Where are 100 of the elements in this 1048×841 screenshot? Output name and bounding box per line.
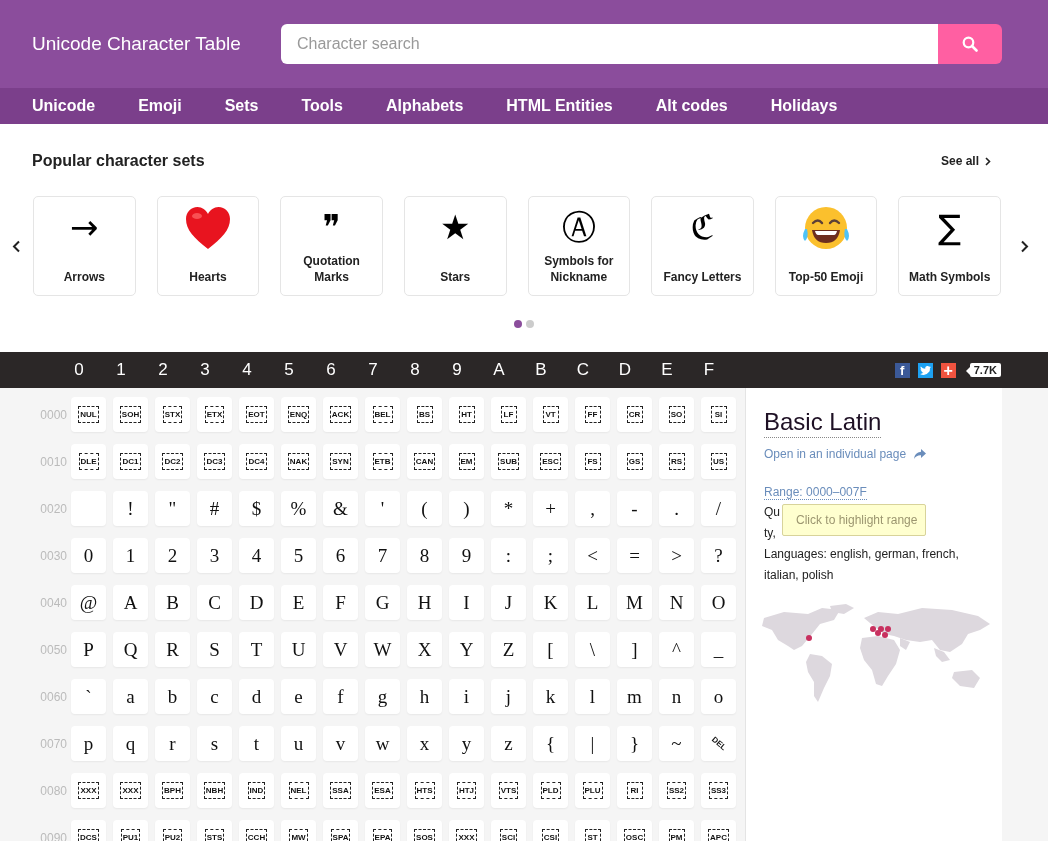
character-cell[interactable]: X: [407, 632, 442, 667]
character-cell[interactable]: CCH: [239, 820, 274, 841]
character-cell[interactable]: ESC: [533, 444, 568, 479]
character-cell[interactable]: <: [575, 538, 610, 573]
character-cell[interactable]: 0: [71, 538, 106, 573]
character-cell[interactable]: ENQ: [281, 397, 316, 432]
character-cell[interactable]: `: [71, 679, 106, 714]
character-cell[interactable]: 9: [449, 538, 484, 573]
character-cell[interactable]: ,: [575, 491, 610, 526]
character-cell[interactable]: XXX: [113, 773, 148, 808]
character-cell[interactable]: k: [533, 679, 568, 714]
character-cell[interactable]: b: [155, 679, 190, 714]
character-cell[interactable]: &: [323, 491, 358, 526]
character-cell[interactable]: -: [617, 491, 652, 526]
character-cell[interactable]: +: [533, 491, 568, 526]
character-cell[interactable]: APC: [701, 820, 736, 841]
character-set-card[interactable]: Ⓐ Symbols for Nickname: [527, 196, 631, 296]
site-title[interactable]: Unicode Character Table: [32, 33, 281, 55]
character-cell[interactable]: FF: [575, 397, 610, 432]
character-cell[interactable]: DC2: [155, 444, 190, 479]
character-cell[interactable]: BPH: [155, 773, 190, 808]
character-cell[interactable]: SPA: [323, 820, 358, 841]
character-cell[interactable]: E: [281, 585, 316, 620]
character-cell[interactable]: HT: [449, 397, 484, 432]
character-cell[interactable]: 8: [407, 538, 442, 573]
nav-link[interactable]: Emoji: [138, 97, 182, 115]
character-cell[interactable]: SOS: [407, 820, 442, 841]
character-cell[interactable]: SSA: [323, 773, 358, 808]
character-cell[interactable]: K: [533, 585, 568, 620]
character-cell[interactable]: !: [113, 491, 148, 526]
nav-link[interactable]: Sets: [224, 97, 259, 115]
character-cell[interactable]: MW: [281, 820, 316, 841]
character-cell[interactable]: *: [491, 491, 526, 526]
character-cell[interactable]: ): [449, 491, 484, 526]
character-cell[interactable]: h: [407, 679, 442, 714]
character-cell[interactable]: }: [617, 726, 652, 761]
character-cell[interactable]: DCS: [71, 820, 106, 841]
character-cell[interactable]: u: [281, 726, 316, 761]
character-cell[interactable]: PLU: [575, 773, 610, 808]
nav-link[interactable]: Alphabets: [385, 97, 464, 115]
character-cell[interactable]: PU1: [113, 820, 148, 841]
carousel-dot[interactable]: [514, 320, 522, 328]
character-cell[interactable]: DC1: [113, 444, 148, 479]
character-cell[interactable]: STS: [197, 820, 232, 841]
character-cell[interactable]: SS3: [701, 773, 736, 808]
character-cell[interactable]: B: [155, 585, 190, 620]
chevron-right-icon[interactable]: [1020, 239, 1029, 253]
character-cell[interactable]: U: [281, 632, 316, 667]
character-cell[interactable]: 6: [323, 538, 358, 573]
character-cell[interactable]: _: [701, 632, 736, 667]
character-cell[interactable]: 7: [365, 538, 400, 573]
character-cell[interactable]: /: [701, 491, 736, 526]
chevron-left-icon[interactable]: [12, 239, 21, 253]
search-button[interactable]: [938, 24, 1002, 64]
character-cell[interactable]: SUB: [491, 444, 526, 479]
character-cell[interactable]: ETB: [365, 444, 400, 479]
character-cell[interactable]: T: [239, 632, 274, 667]
character-cell[interactable]: US: [701, 444, 736, 479]
character-cell[interactable]: VT: [533, 397, 568, 432]
character-cell[interactable]: c: [197, 679, 232, 714]
character-cell[interactable]: I: [449, 585, 484, 620]
character-cell[interactable]: y: [449, 726, 484, 761]
twitter-share-button[interactable]: [917, 362, 933, 378]
character-cell[interactable]: ]: [617, 632, 652, 667]
character-cell[interactable]: PLD: [533, 773, 568, 808]
character-cell[interactable]: NBH: [197, 773, 232, 808]
nav-link[interactable]: Alt codes: [655, 97, 728, 115]
character-cell[interactable]: V: [323, 632, 358, 667]
character-cell[interactable]: Y: [449, 632, 484, 667]
character-cell[interactable]: ESA: [365, 773, 400, 808]
character-cell[interactable]: [: [533, 632, 568, 667]
character-cell[interactable]: |: [575, 726, 610, 761]
open-page-link[interactable]: Open in an individual page: [764, 447, 984, 461]
character-cell[interactable]: W: [365, 632, 400, 667]
character-cell[interactable]: EOT: [239, 397, 274, 432]
character-cell[interactable]: t: [239, 726, 274, 761]
character-cell[interactable]: DLE: [71, 444, 106, 479]
character-cell[interactable]: NAK: [281, 444, 316, 479]
character-cell[interactable]: \: [575, 632, 610, 667]
character-cell[interactable]: v: [323, 726, 358, 761]
character-cell[interactable]: ACK: [323, 397, 358, 432]
character-cell[interactable]: $: [239, 491, 274, 526]
character-set-card[interactable]: Top-50 Emoji: [774, 196, 878, 296]
character-cell[interactable]: @: [71, 585, 106, 620]
character-cell[interactable]: o: [701, 679, 736, 714]
character-cell[interactable]: 3: [197, 538, 232, 573]
character-cell[interactable]: CSI: [533, 820, 568, 841]
character-cell[interactable]: j: [491, 679, 526, 714]
character-cell[interactable]: G: [365, 585, 400, 620]
character-cell[interactable]: .: [659, 491, 694, 526]
character-cell[interactable]: ST: [575, 820, 610, 841]
character-cell[interactable]: M: [617, 585, 652, 620]
character-cell[interactable]: NEL: [281, 773, 316, 808]
character-cell[interactable]: HTS: [407, 773, 442, 808]
character-cell[interactable]: ^: [659, 632, 694, 667]
character-cell[interactable]: #: [197, 491, 232, 526]
character-cell[interactable]: BEL: [365, 397, 400, 432]
character-cell[interactable]: 4: [239, 538, 274, 573]
search-field[interactable]: Character search: [281, 24, 938, 64]
character-cell[interactable]: BS: [407, 397, 442, 432]
